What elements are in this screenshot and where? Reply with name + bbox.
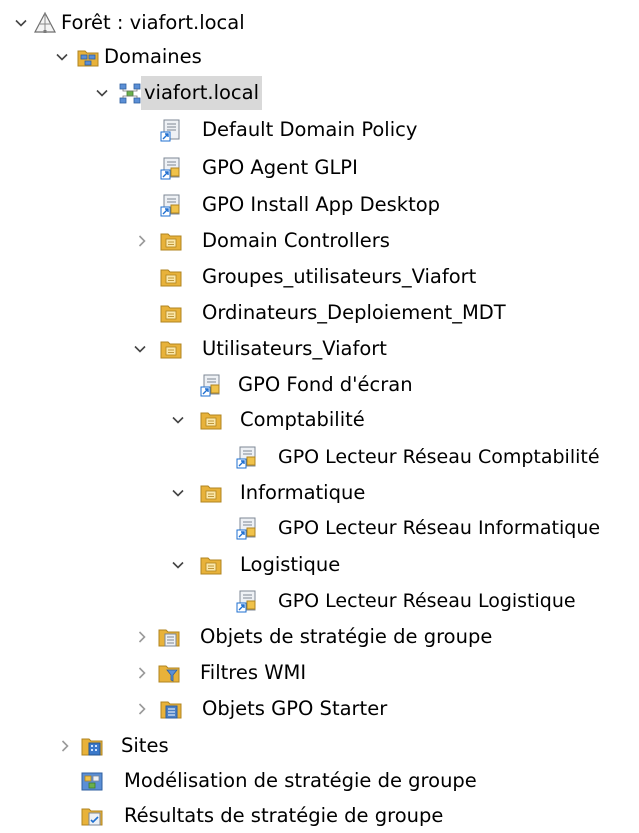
domain-icon xyxy=(118,81,142,105)
tree-node-ordinateurs[interactable]: Ordinateurs_Deploiement_MDT xyxy=(0,296,520,330)
modeling-icon xyxy=(80,769,104,793)
ou-folder-icon xyxy=(159,337,183,361)
chevron-down-icon[interactable] xyxy=(11,13,31,33)
tree-node-label: Domain Controllers xyxy=(202,229,390,252)
tree-node-label: viafort.local xyxy=(141,76,263,110)
chevron-right-icon[interactable] xyxy=(55,736,75,756)
gpo-link-icon xyxy=(159,118,183,142)
gpo-link-icon xyxy=(235,516,259,540)
ou-folder-icon xyxy=(199,408,223,432)
tree-node-label: Objets de stratégie de groupe xyxy=(200,625,493,648)
ou-folder-icon xyxy=(159,301,183,325)
tree-node-label: Utilisateurs_Viafort xyxy=(202,337,387,360)
ou-folder-icon xyxy=(159,229,183,253)
tree-node-gpo-logi[interactable]: GPO Lecteur Réseau Logistique xyxy=(0,584,639,618)
tree-node-domain-controllers[interactable]: Domain Controllers xyxy=(0,224,420,258)
tree-node-utilisateurs[interactable]: Utilisateurs_Viafort xyxy=(0,332,420,366)
tree-node-domaines[interactable]: Domaines xyxy=(0,40,280,74)
tree-node-label: Forêt : viafort.local xyxy=(61,11,245,34)
tree-node-label: Ordinateurs_Deploiement_MDT xyxy=(202,301,506,324)
chevron-down-icon[interactable] xyxy=(168,410,188,430)
chevron-down-icon[interactable] xyxy=(92,83,112,103)
tree-node-objets-starter[interactable]: Objets GPO Starter xyxy=(0,692,420,726)
tree-node-label: GPO Lecteur Réseau Logistique xyxy=(278,590,576,612)
tree-node-label: GPO Install App Desktop xyxy=(202,193,441,216)
tree-node-label: Modélisation de stratégie de groupe xyxy=(124,769,477,792)
domains-icon xyxy=(76,45,100,69)
gpo-link-icon xyxy=(159,156,183,180)
forest-icon xyxy=(33,11,57,35)
sites-icon xyxy=(80,734,104,758)
tree-node-modelisation[interactable]: Modélisation de stratégie de groupe xyxy=(0,764,560,798)
tree-node-logistique[interactable]: Logistique xyxy=(0,548,400,582)
tree-node-domain[interactable]: viafort.local xyxy=(0,76,300,110)
tree-node-gpo-info[interactable]: GPO Lecteur Réseau Informatique xyxy=(0,511,639,545)
tree-node-label: Domaines xyxy=(104,45,202,68)
tree-node-informatique[interactable]: Informatique xyxy=(0,476,400,510)
tree-node-objets-strategie[interactable]: Objets de stratégie de groupe xyxy=(0,620,540,654)
tree-node-label: GPO Lecteur Réseau Comptabilité xyxy=(278,446,600,468)
tree-node-gpo-fond[interactable]: GPO Fond d'écran xyxy=(0,368,440,402)
tree-node-gpo-agent[interactable]: GPO Agent GLPI xyxy=(0,151,358,185)
tree-node-label: Comptabilité xyxy=(240,408,365,431)
chevron-down-icon[interactable] xyxy=(130,339,150,359)
tree-node-label: GPO Agent GLPI xyxy=(202,156,358,179)
tree-node-filtres-wmi[interactable]: Filtres WMI xyxy=(0,656,360,690)
chevron-right-icon[interactable] xyxy=(132,699,152,719)
tree-node-forest[interactable]: Forêt : viafort.local xyxy=(0,6,300,40)
chevron-down-icon[interactable] xyxy=(52,47,72,67)
ou-folder-icon xyxy=(199,481,223,505)
ou-folder-icon xyxy=(199,553,223,577)
tree-node-label: GPO Lecteur Réseau Informatique xyxy=(278,517,601,539)
tree-node-sites[interactable]: Sites xyxy=(0,729,200,763)
chevron-down-icon[interactable] xyxy=(168,555,188,575)
chevron-right-icon[interactable] xyxy=(132,627,152,647)
tree-node-label: GPO Fond d'écran xyxy=(238,373,413,396)
tree-node-comptabilite[interactable]: Comptabilité xyxy=(0,403,400,437)
gpo-link-icon xyxy=(235,589,259,613)
wmi-filter-icon xyxy=(157,661,181,685)
tree-node-label: Default Domain Policy xyxy=(202,118,418,141)
gpo-container-icon xyxy=(157,625,181,649)
tree-node-label: Sites xyxy=(121,734,169,757)
chevron-down-icon[interactable] xyxy=(168,483,188,503)
chevron-right-icon[interactable] xyxy=(132,231,152,251)
tree-node-label: Résultats de stratégie de groupe xyxy=(124,804,444,827)
tree-node-default-policy[interactable]: Default Domain Policy xyxy=(0,113,417,147)
tree-node-label: Groupes_utilisateurs_Viafort xyxy=(202,265,477,288)
tree-node-label: Logistique xyxy=(240,553,341,576)
ou-folder-icon xyxy=(159,265,183,289)
tree-node-gpo-install[interactable]: GPO Install App Desktop xyxy=(0,188,440,222)
tree-node-groupes[interactable]: Groupes_utilisateurs_Viafort xyxy=(0,260,500,294)
tree-node-label: Objets GPO Starter xyxy=(202,697,388,720)
gpmc-tree: Forêt : viafort.local Domaines viafort.l… xyxy=(0,0,639,832)
tree-node-label: Filtres WMI xyxy=(200,661,307,684)
results-icon xyxy=(80,804,104,828)
chevron-right-icon[interactable] xyxy=(132,663,152,683)
gpo-link-icon xyxy=(235,445,259,469)
gpo-link-icon xyxy=(199,373,223,397)
tree-node-label: Informatique xyxy=(240,481,366,504)
starter-gpo-icon xyxy=(159,697,183,721)
tree-node-resultats[interactable]: Résultats de stratégie de groupe xyxy=(0,799,540,833)
tree-node-gpo-compta[interactable]: GPO Lecteur Réseau Comptabilité xyxy=(0,440,639,474)
gpo-link-icon xyxy=(159,193,183,217)
